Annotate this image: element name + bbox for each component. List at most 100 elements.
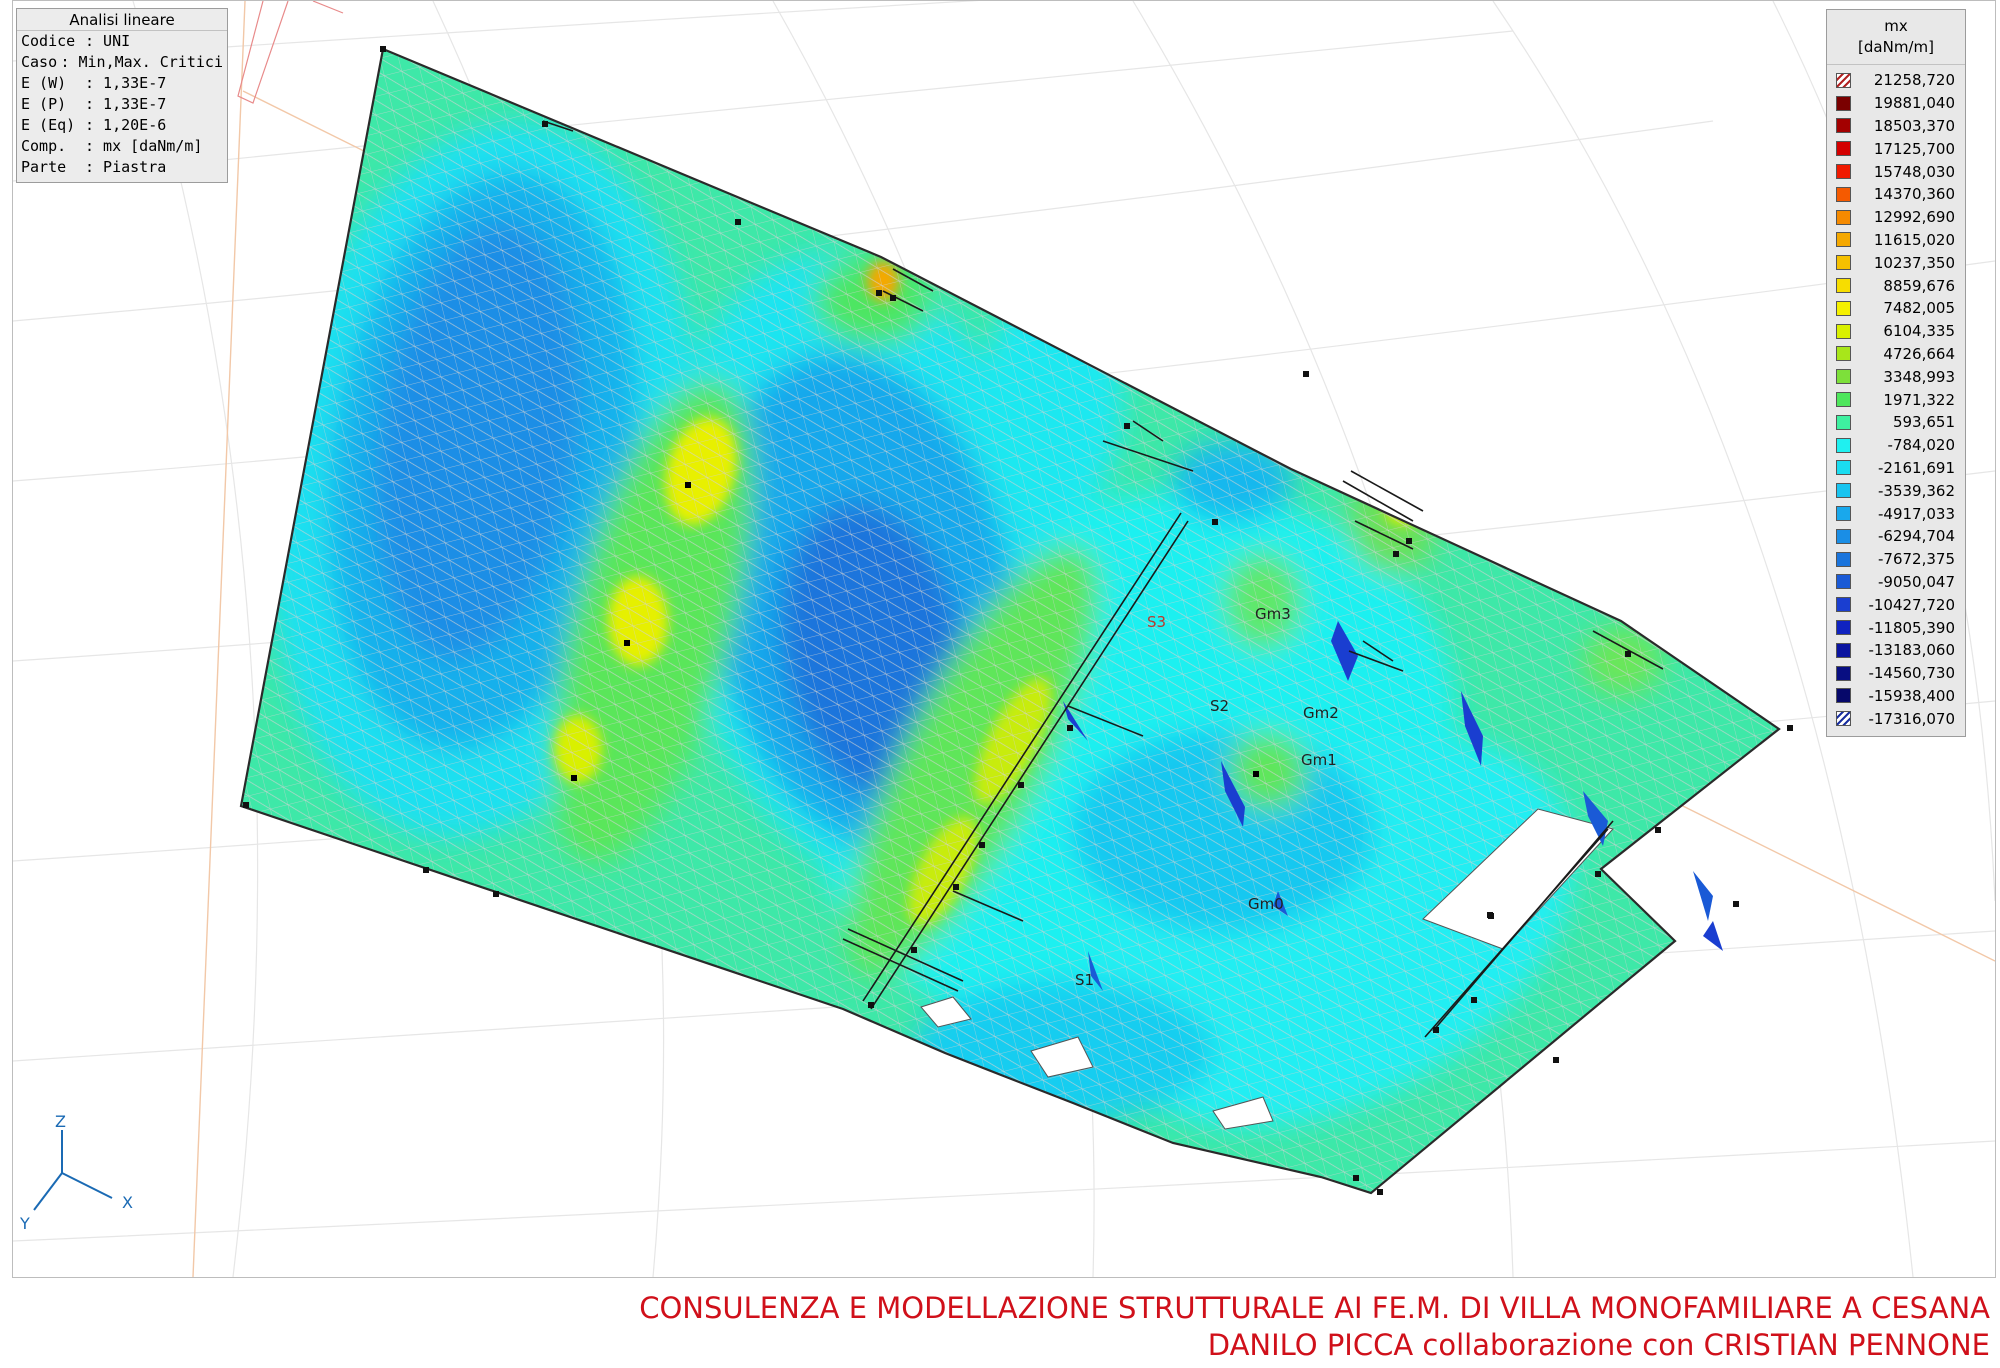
legend-title: mx <box>1884 17 1908 35</box>
label-gm0: Gm0 <box>1248 895 1284 913</box>
legend-swatch <box>1836 186 1851 202</box>
legend-swatch <box>1836 255 1851 271</box>
legend-swatch <box>1836 551 1851 567</box>
legend-entry: -3539,362 <box>1827 479 1965 502</box>
analysis-info-panel: Analisi lineare Codice: UNI Caso: Min,Ma… <box>16 8 228 183</box>
legend-swatch <box>1836 506 1851 522</box>
info-row-caso: Caso: Min,Max. Critici <box>21 53 223 71</box>
project-credits: CONSULENZA E MODELLAZIONE STRUTTURALE AI… <box>639 1290 1990 1364</box>
legend-swatch <box>1836 369 1851 385</box>
legend-unit: [daNm/m] <box>1858 38 1934 56</box>
legend-swatch <box>1836 278 1851 294</box>
legend-entry: -11805,390 <box>1827 616 1965 639</box>
y-axis-line <box>33 1172 63 1211</box>
y-axis-label: Y <box>19 1214 30 1233</box>
legend-swatch <box>1836 346 1851 362</box>
legend-value: 12992,690 <box>1873 208 1955 227</box>
legend-header: mx [daNm/m] <box>1827 10 1965 65</box>
legend-value: 17125,700 <box>1873 139 1955 158</box>
legend-value: 593,651 <box>1892 413 1955 432</box>
legend-swatch <box>1836 118 1851 134</box>
legend-entry: -13183,060 <box>1827 639 1965 662</box>
legend-value: 10237,350 <box>1873 253 1955 272</box>
legend-value: 11615,020 <box>1873 230 1955 249</box>
legend-swatch <box>1836 688 1851 704</box>
legend-value: -4917,033 <box>1878 504 1955 523</box>
legend-entry: -6294,704 <box>1827 525 1965 548</box>
legend-entry: -17316,070 <box>1827 707 1965 730</box>
legend-entry: -2161,691 <box>1827 457 1965 480</box>
info-panel-title: Analisi lineare <box>17 9 227 31</box>
legend-value: -9050,047 <box>1878 572 1955 591</box>
legend-swatch <box>1836 574 1851 590</box>
legend-swatch <box>1836 414 1851 430</box>
color-scale-legend: mx [daNm/m] 21258,720 19881,040 18503,370 1… <box>1826 9 1966 738</box>
legend-entry: 11615,020 <box>1827 229 1965 252</box>
legend-value: 1971,322 <box>1883 390 1955 409</box>
legend-value: 14370,360 <box>1873 185 1955 204</box>
legend-entry: 6104,335 <box>1827 320 1965 343</box>
legend-value: -6294,704 <box>1878 527 1955 546</box>
legend-value: 19881,040 <box>1873 94 1955 113</box>
legend-entry: 3348,993 <box>1827 365 1965 388</box>
legend-swatch <box>1836 642 1851 658</box>
legend-entry: 1971,322 <box>1827 388 1965 411</box>
info-row-ew: E (W): 1,33E-7 <box>21 74 167 92</box>
legend-swatch <box>1836 483 1851 499</box>
footer-line-1: CONSULENZA E MODELLAZIONE STRUTTURALE AI… <box>639 1291 1990 1325</box>
x-axis-label: X <box>122 1193 133 1212</box>
legend-swatch <box>1836 620 1851 636</box>
legend-swatch <box>1836 711 1851 727</box>
axis-triad: Z X Y <box>19 1112 133 1233</box>
footer-line-2: DANILO PICCA collaborazione con CRISTIAN… <box>1207 1328 1990 1362</box>
legend-swatch <box>1836 528 1851 544</box>
legend-value: 18503,370 <box>1873 116 1955 135</box>
legend-value: 7482,005 <box>1883 299 1955 318</box>
legend-swatch <box>1836 437 1851 453</box>
legend-swatch <box>1836 232 1851 248</box>
legend-swatch <box>1836 460 1851 476</box>
legend-entry: 8859,676 <box>1827 274 1965 297</box>
info-row-codice: Codice: UNI <box>21 32 131 50</box>
legend-value: 6104,335 <box>1883 322 1955 341</box>
legend-entry: -10427,720 <box>1827 593 1965 616</box>
plate-slab[interactable] <box>193 1 1833 1241</box>
label-s3: S3 <box>1147 613 1166 631</box>
info-row-parte: Parte: Piastra <box>21 158 167 176</box>
legend-value: 3348,993 <box>1883 367 1955 386</box>
info-row-ep: E (P): 1,33E-7 <box>21 95 167 113</box>
fem-contour-plot: S3 S2 S1 Gm3 Gm2 Gm1 Gm0 <box>13 1 1995 1277</box>
legend-swatch <box>1836 665 1851 681</box>
label-gm2: Gm2 <box>1303 704 1339 722</box>
z-axis-label: Z <box>55 1112 66 1131</box>
legend-entry: 18503,370 <box>1827 115 1965 138</box>
legend-swatch <box>1836 72 1851 88</box>
legend-swatch <box>1836 95 1851 111</box>
legend-swatch <box>1836 209 1851 225</box>
legend-entry: -7672,375 <box>1827 548 1965 571</box>
model-viewport[interactable]: S3 S2 S1 Gm3 Gm2 Gm1 Gm0 <box>12 0 1996 1278</box>
legend-value: -17316,070 <box>1868 709 1955 728</box>
legend-entry: 17125,700 <box>1827 137 1965 160</box>
info-row-comp: Comp.: mx [daNm/m] <box>21 137 203 155</box>
legend-entries: 21258,720 19881,040 18503,370 17125,700 1574… <box>1827 65 1965 736</box>
legend-entry: -784,020 <box>1827 434 1965 457</box>
legend-value: 4726,664 <box>1883 344 1955 363</box>
legend-entry: 21258,720 <box>1827 69 1965 92</box>
legend-value: -10427,720 <box>1868 595 1955 614</box>
legend-entry: 12992,690 <box>1827 206 1965 229</box>
legend-value: 21258,720 <box>1873 71 1955 90</box>
legend-entry: 10237,350 <box>1827 251 1965 274</box>
legend-swatch <box>1836 597 1851 613</box>
legend-entry: 19881,040 <box>1827 92 1965 115</box>
legend-swatch <box>1836 300 1851 316</box>
legend-swatch <box>1836 323 1851 339</box>
legend-entry: -9050,047 <box>1827 571 1965 594</box>
support-frame-lines <box>237 1 344 104</box>
legend-value: -7672,375 <box>1878 550 1955 569</box>
legend-entry: -15938,400 <box>1827 685 1965 708</box>
legend-entry: 7482,005 <box>1827 297 1965 320</box>
label-s2: S2 <box>1210 697 1229 715</box>
legend-entry: -4917,033 <box>1827 502 1965 525</box>
legend-value: -11805,390 <box>1868 618 1955 637</box>
